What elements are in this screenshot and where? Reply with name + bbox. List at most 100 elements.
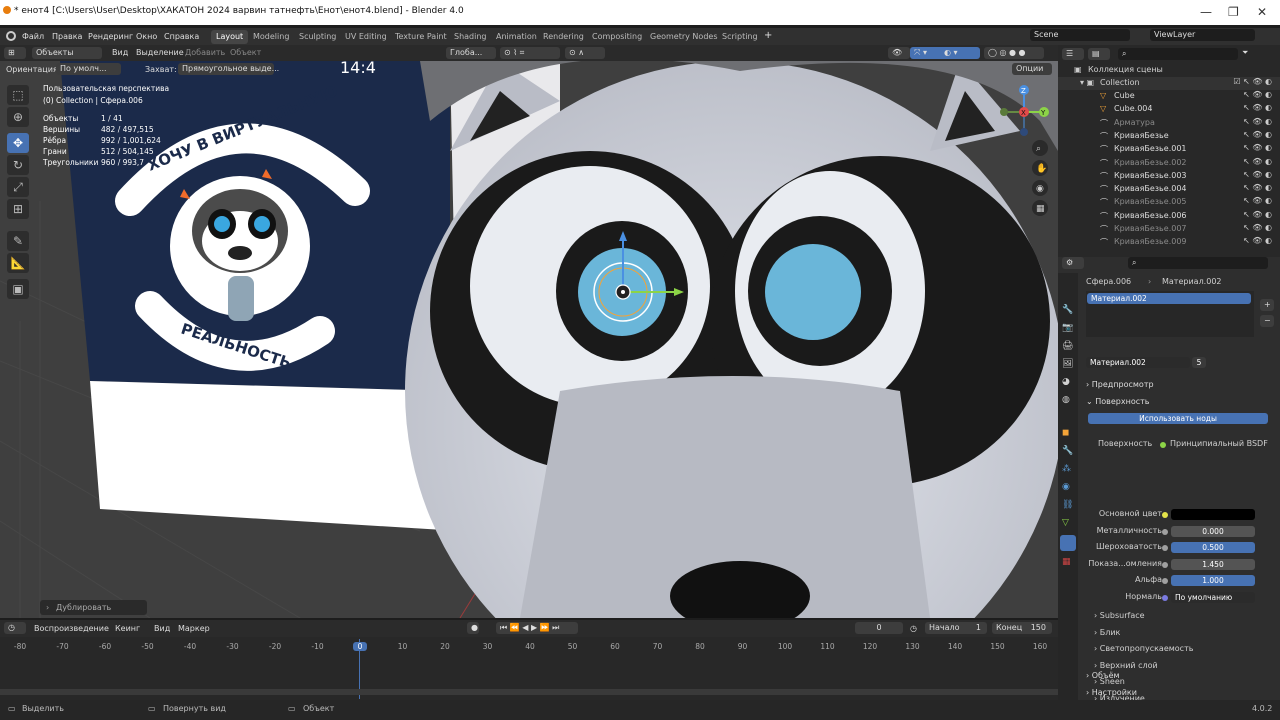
- snap-dropdown[interactable]: Прямоугольное выде...: [178, 63, 279, 75]
- select-box-tool-icon[interactable]: ⬚: [7, 85, 29, 105]
- annotate-tool-icon[interactable]: ✎: [7, 231, 29, 251]
- particles-tab-icon[interactable]: ⁂: [1062, 464, 1071, 474]
- tab-scripting[interactable]: Scripting: [717, 30, 763, 44]
- menu-keying[interactable]: Кеинг: [115, 624, 140, 633]
- visibility-icon[interactable]: 👁: [888, 47, 910, 59]
- tab-uv-editing[interactable]: UV Editing: [340, 30, 392, 44]
- minimize-icon[interactable]: —: [1200, 5, 1212, 19]
- tab-animation[interactable]: Animation: [491, 30, 542, 44]
- outliner-item[interactable]: ▽ Cube.004 ↖ 👁 ◐: [1058, 103, 1280, 116]
- add-workspace-icon[interactable]: +: [764, 30, 772, 41]
- subsection-header[interactable]: › Светопропускаемость: [1094, 644, 1193, 653]
- subsection-header[interactable]: › Верхний слой: [1094, 661, 1158, 670]
- tab-layout[interactable]: Layout: [211, 30, 249, 44]
- output-tab-icon[interactable]: 🖨: [1062, 341, 1073, 351]
- tab-sculpting[interactable]: Sculpting: [294, 30, 341, 44]
- visibility-icon[interactable]: ↖ 👁 ◐: [1243, 103, 1272, 112]
- measure-tool-icon[interactable]: 📐: [7, 253, 29, 273]
- add-slot-icon[interactable]: +: [1260, 299, 1274, 311]
- visibility-icon[interactable]: ↖ 👁 ◐: [1243, 236, 1272, 245]
- add-cube-tool-icon[interactable]: ▣: [7, 279, 29, 299]
- menu-marker[interactable]: Маркер: [178, 624, 210, 633]
- field-value[interactable]: По умолчанию: [1171, 592, 1255, 603]
- outliner-item[interactable]: ⌒ КриваяБезье.007 ↖ 👁 ◐: [1058, 223, 1280, 236]
- texture-tab-icon[interactable]: ▦: [1062, 557, 1071, 567]
- outliner-item[interactable]: ⌒ КриваяБезье.001 ↖ 👁 ◐: [1058, 143, 1280, 156]
- physics-tab-icon[interactable]: ◉: [1062, 482, 1070, 492]
- options-dropdown[interactable]: Опции: [1012, 63, 1052, 75]
- section-surface[interactable]: ⌄ Поверхность: [1086, 397, 1150, 406]
- subsection-header[interactable]: › Subsurface: [1094, 611, 1145, 620]
- shading-modes[interactable]: ◯ ◎ ● ●: [984, 47, 1044, 59]
- menu-file[interactable]: Файл: [22, 32, 44, 41]
- subsection-header[interactable]: › Блик: [1094, 628, 1120, 637]
- visibility-icon[interactable]: ↖ 👁 ◐: [1243, 157, 1272, 166]
- menu-view[interactable]: Вид: [112, 48, 128, 57]
- view-layer-selector[interactable]: ViewLayer: [1150, 29, 1255, 41]
- outliner-item[interactable]: ⌒ КриваяБезье.006 ↖ 👁 ◐: [1058, 210, 1280, 223]
- pivot-snap-group[interactable]: ⊙ ⌇ ⌗: [500, 47, 560, 59]
- proportional-edit[interactable]: ⊙ ∧: [565, 47, 605, 59]
- field-value[interactable]: 0.000: [1171, 525, 1255, 537]
- filter-icon[interactable]: ⏷: [1242, 48, 1248, 58]
- tab-modeling[interactable]: Modeling: [248, 30, 294, 44]
- tab-rendering[interactable]: Rendering: [538, 30, 589, 44]
- section-preview[interactable]: › Предпросмотр: [1086, 380, 1154, 389]
- visibility-icon[interactable]: ↖ 👁 ◐: [1243, 170, 1272, 179]
- timeline-scrollbar[interactable]: [0, 689, 1058, 695]
- outliner-scene-collection[interactable]: ▣ Коллекция сцены: [1058, 64, 1280, 77]
- scene-selector[interactable]: Scene: [1030, 29, 1130, 41]
- properties-search-input[interactable]: ⌕: [1128, 257, 1268, 269]
- view-layer-tab-icon[interactable]: 🖼: [1062, 359, 1073, 369]
- tab-compositing[interactable]: Compositing: [587, 30, 647, 44]
- remove-slot-icon[interactable]: −: [1260, 315, 1274, 327]
- visibility-icon[interactable]: ↖ 👁 ◐: [1243, 130, 1272, 139]
- last-operator-panel[interactable]: › Дублировать: [40, 600, 147, 615]
- field-value[interactable]: 0.500: [1171, 542, 1255, 554]
- visibility-icon[interactable]: ↖ 👁 ◐: [1243, 117, 1272, 126]
- timeline-editor-icon[interactable]: ◷: [4, 622, 26, 634]
- outliner-display-icon[interactable]: ▤: [1088, 48, 1110, 60]
- menu-add[interactable]: Добавить: [185, 48, 225, 57]
- visibility-icon[interactable]: ↖ 👁 ◐: [1243, 183, 1272, 192]
- menu-window[interactable]: Окно: [136, 32, 157, 41]
- maximize-icon[interactable]: ❐: [1228, 5, 1239, 19]
- visibility-icon[interactable]: ↖ 👁 ◐: [1243, 210, 1272, 219]
- menu-help[interactable]: Справка: [164, 32, 199, 41]
- outliner-item[interactable]: ⌒ КриваяБезье ↖ 👁 ◐: [1058, 130, 1280, 143]
- tab-texture-paint[interactable]: Texture Paint: [390, 30, 452, 44]
- visibility-icon[interactable]: ↖ 👁 ◐: [1243, 196, 1272, 205]
- transform-tool-icon[interactable]: ⊞: [7, 199, 29, 219]
- data-tab-icon[interactable]: ▽: [1062, 518, 1069, 528]
- menu-object[interactable]: Объект: [230, 48, 261, 57]
- menu-timeline-view[interactable]: Вид: [154, 624, 170, 633]
- current-frame-field[interactable]: 0: [855, 622, 903, 634]
- scene-tab-icon[interactable]: ◕: [1062, 377, 1070, 387]
- use-nodes-button[interactable]: Использовать ноды: [1088, 413, 1268, 424]
- visibility-icon[interactable]: ↖ 👁 ◐: [1243, 143, 1272, 152]
- overlay-toggle[interactable]: ◐ ▾: [940, 47, 980, 59]
- outliner-item[interactable]: ⌒ КриваяБезье.009 ↖ 👁 ◐: [1058, 236, 1280, 249]
- section-volume[interactable]: › Объём: [1086, 671, 1120, 680]
- blender-menu-icon[interactable]: [6, 31, 16, 41]
- record-icon[interactable]: ●: [467, 622, 479, 634]
- start-frame-field[interactable]: Начало 1: [925, 622, 987, 634]
- outliner-item[interactable]: ⌒ Арматура ↖ 👁 ◐: [1058, 117, 1280, 130]
- outliner-item[interactable]: ▽ Cube ↖ 👁 ◐: [1058, 90, 1280, 103]
- visibility-icon[interactable]: ↖ 👁 ◐: [1243, 223, 1272, 232]
- close-icon[interactable]: ✕: [1257, 5, 1267, 19]
- playback-controls[interactable]: ⏮ ⏪ ◀ ▶ ⏩ ⏭: [496, 622, 578, 634]
- visibility-icon[interactable]: ↖ 👁 ◐: [1243, 90, 1272, 99]
- outliner-editor-icon[interactable]: ☰: [1062, 48, 1084, 60]
- outliner-item[interactable]: ⌒ КриваяБезье.002 ↖ 👁 ◐: [1058, 157, 1280, 170]
- material-name-field[interactable]: Материал.002: [1086, 357, 1190, 368]
- outliner-search-input[interactable]: ⌕: [1118, 48, 1238, 60]
- constraints-tab-icon[interactable]: ⛓: [1062, 500, 1073, 510]
- material-tab-icon[interactable]: [1060, 535, 1076, 551]
- outliner-collection[interactable]: ▾ ▣ Collection ☑ ↖ 👁 ◐: [1058, 77, 1280, 90]
- move-tool-icon[interactable]: ✥: [7, 133, 29, 153]
- outliner-item[interactable]: ⌒ КриваяБезье.004 ↖ 👁 ◐: [1058, 183, 1280, 196]
- scale-tool-icon[interactable]: ⤢: [7, 177, 29, 197]
- menu-render[interactable]: Рендеринг: [88, 32, 133, 41]
- orientation-dropdown[interactable]: По умолч...: [56, 63, 121, 75]
